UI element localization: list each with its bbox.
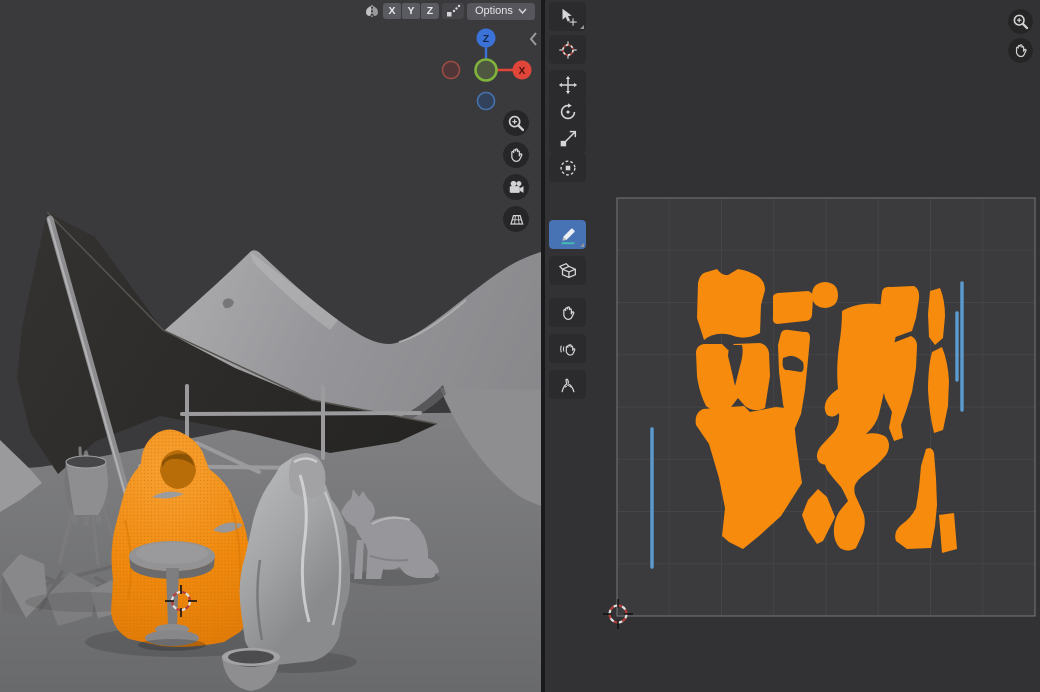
uv-island-strip-right-upper[interactable] bbox=[928, 288, 945, 345]
projection-toggle-button[interactable] bbox=[503, 206, 529, 232]
gizmo-x-neg-axis[interactable] bbox=[443, 62, 460, 79]
rip-region-box-icon bbox=[557, 260, 579, 282]
move-tool-icon bbox=[557, 74, 579, 96]
scale-tool-icon bbox=[557, 128, 579, 150]
magnifier-plus-icon bbox=[505, 112, 527, 134]
uv-canvas[interactable] bbox=[545, 0, 1040, 692]
tool-tweak[interactable] bbox=[549, 2, 586, 31]
gizmo-y-axis[interactable] bbox=[476, 60, 497, 81]
blender-window: X Y Z Options Z bbox=[0, 0, 1040, 692]
proportional-falloff-icon bbox=[445, 4, 461, 18]
grid-projection-icon bbox=[506, 209, 526, 229]
gizmo-x-label: X bbox=[518, 65, 525, 77]
tool-pinch[interactable] bbox=[549, 370, 586, 399]
tool-grab[interactable] bbox=[549, 298, 586, 327]
uv-island-chip[interactable] bbox=[939, 513, 957, 553]
tool-move[interactable] bbox=[549, 70, 586, 99]
uv-island-head-circle[interactable] bbox=[812, 282, 838, 308]
submenu-indicator bbox=[580, 243, 584, 247]
tweak-tool-icon bbox=[557, 6, 579, 28]
tool-cursor[interactable] bbox=[549, 35, 586, 64]
transform-tool-icon bbox=[557, 157, 579, 179]
pan-button[interactable] bbox=[503, 142, 529, 168]
camera-view-button[interactable] bbox=[503, 174, 529, 200]
mirror-y-button[interactable]: Y bbox=[402, 3, 420, 19]
3d-viewport[interactable]: X Y Z Options Z bbox=[0, 0, 541, 692]
proportional-editing-button[interactable] bbox=[442, 3, 464, 19]
gizmo-z-neg-axis[interactable] bbox=[478, 93, 495, 110]
options-label: Options bbox=[475, 5, 513, 17]
zoom-button[interactable] bbox=[503, 110, 529, 136]
uv-island-jacket[interactable] bbox=[697, 269, 765, 340]
hand-icon bbox=[1011, 41, 1030, 60]
mirror-x-button[interactable]: X bbox=[383, 3, 401, 19]
rotate-tool-icon bbox=[557, 101, 579, 123]
tool-rip-region[interactable] bbox=[549, 256, 586, 285]
mirror-z-button[interactable]: Z bbox=[421, 3, 439, 19]
tool-rotate[interactable] bbox=[549, 97, 586, 126]
uv-editor[interactable] bbox=[545, 0, 1040, 692]
hand-icon bbox=[506, 145, 526, 165]
pinch-hand-icon bbox=[558, 375, 578, 395]
uv-zoom-button[interactable] bbox=[1008, 9, 1033, 34]
tool-transform[interactable] bbox=[549, 153, 586, 182]
chevron-down-icon bbox=[518, 8, 527, 14]
annotate-pencil-icon bbox=[557, 224, 579, 246]
grab-hand-icon bbox=[558, 303, 578, 323]
mirror-icon[interactable] bbox=[364, 3, 380, 19]
uv-pan-button[interactable] bbox=[1008, 38, 1033, 63]
camera-icon bbox=[506, 177, 526, 197]
tool-annotate[interactable] bbox=[549, 220, 586, 249]
orientation-gizmo[interactable]: Z X bbox=[437, 24, 537, 116]
tool-relax[interactable] bbox=[549, 334, 586, 363]
uv-nav-buttons bbox=[1008, 9, 1033, 63]
sidebar-collapse-arrow[interactable] bbox=[528, 31, 538, 47]
tool-scale[interactable] bbox=[549, 124, 586, 153]
cursor-tool-icon bbox=[557, 39, 579, 61]
relax-hand-icon bbox=[558, 339, 578, 359]
uv-toolbar bbox=[549, 0, 586, 692]
gizmo-z-label: Z bbox=[483, 33, 490, 45]
magnifier-plus-icon bbox=[1010, 11, 1031, 32]
tool-settings-header: X Y Z Options bbox=[364, 2, 535, 20]
uv-island-small-rect[interactable] bbox=[773, 291, 813, 324]
submenu-indicator bbox=[580, 25, 584, 29]
options-dropdown[interactable]: Options bbox=[467, 3, 535, 20]
viewport-nav-buttons bbox=[503, 110, 529, 232]
